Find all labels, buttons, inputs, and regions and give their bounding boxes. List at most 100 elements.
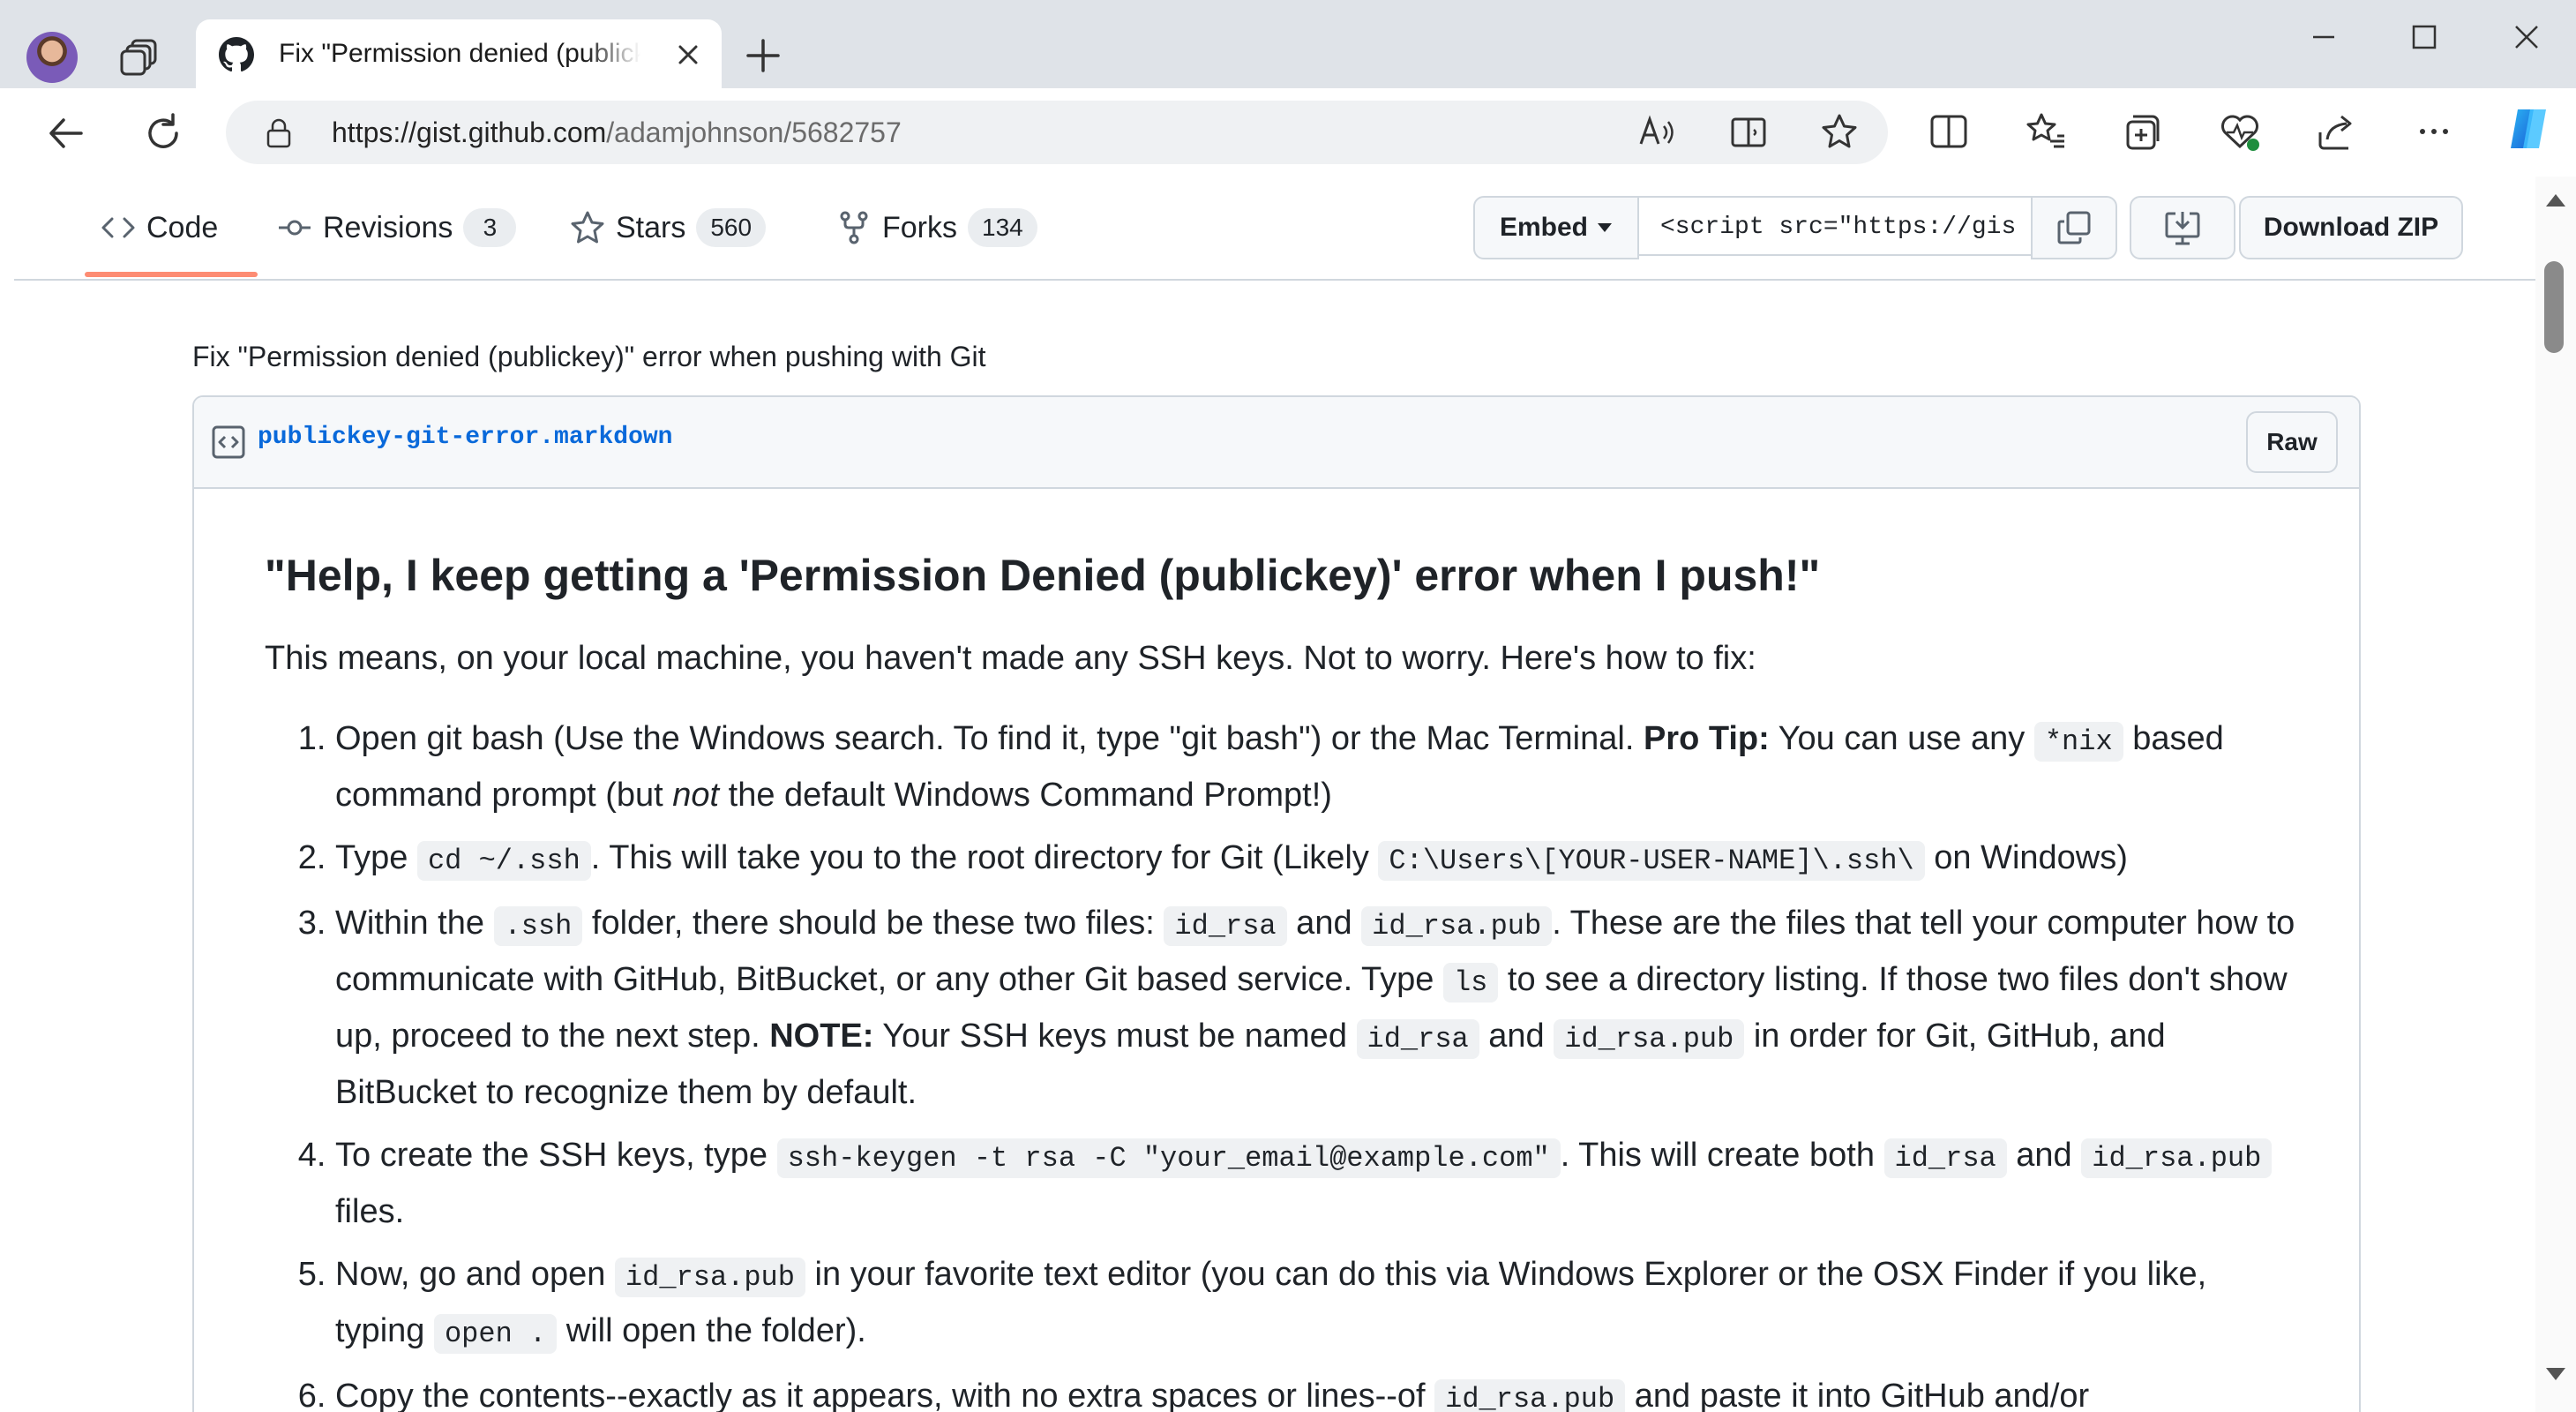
inline-code: id_rsa.pub [614, 1258, 805, 1297]
browser-essentials-icon[interactable] [2216, 108, 2264, 155]
desktop-download-icon [2165, 212, 2200, 245]
text: . This will take you to the root directo… [590, 839, 1379, 876]
inline-code: id_rsa [1883, 1138, 2007, 1178]
back-arrow-icon[interactable] [42, 109, 90, 157]
tab-stars[interactable]: Stars 560 [570, 205, 767, 251]
tab-code[interactable]: Code [101, 205, 218, 251]
read-aloud-icon[interactable] [1634, 109, 1681, 156]
content-heading: "Help, I keep getting a 'Permission Deni… [265, 551, 1821, 600]
text: Your SSH keys must be named [873, 1018, 1357, 1055]
text: folder, there should be these two files: [582, 905, 1164, 942]
tab-forks-label: Forks [882, 210, 957, 244]
embed-code-input[interactable]: <script src="https://gis [1639, 196, 2031, 256]
scrollbar-thumb[interactable] [2544, 261, 2564, 353]
scroll-down-arrow-icon[interactable] [2542, 1364, 2569, 1386]
file-header: publickey-git-error.markdown Raw [194, 397, 2359, 489]
address-bar[interactable]: https://gist.github.com/adamjohnson/5682… [226, 101, 1888, 164]
list-item: Copy the contents--exactly as it appears… [335, 1370, 2303, 1412]
workspaces-icon[interactable] [120, 35, 162, 78]
text: Within the [335, 905, 494, 942]
file-code-icon [212, 425, 245, 459]
lock-icon[interactable] [265, 118, 293, 148]
inline-code: ls [1442, 963, 1499, 1003]
gist-nav: Code Revisions 3 Stars 560 Forks 134 Emb… [14, 176, 2535, 281]
text: will open the folder). [557, 1312, 866, 1349]
text: files. [335, 1193, 405, 1230]
embed-dropdown[interactable]: Embed [1473, 196, 1639, 259]
file-container: publickey-git-error.markdown Raw "Help, … [192, 395, 2361, 1412]
gist-page: Code Revisions 3 Stars 560 Forks 134 Emb… [14, 176, 2535, 1412]
list-item: Type cd ~/.ssh. This will take you to th… [335, 831, 2303, 888]
inline-code: id_rsa [1164, 906, 1287, 946]
inline-code: cd ~/.ssh [416, 841, 591, 881]
text: Type [335, 839, 417, 876]
text: and [2006, 1137, 2082, 1174]
refresh-icon[interactable] [139, 109, 187, 157]
star-icon [571, 211, 604, 244]
code-icon [101, 217, 135, 238]
url-text[interactable]: https://gist.github.com/adamjohnson/5682… [332, 116, 902, 149]
forks-count: 134 [968, 208, 1037, 247]
tab-active[interactable]: Fix "Permission denied (publickey [196, 19, 722, 88]
embed-label: Embed [1499, 213, 1589, 242]
favorites-icon[interactable] [2022, 108, 2070, 155]
text: and paste it into GitHub and/or [1625, 1378, 2090, 1412]
tab-strip: Fix "Permission denied (publickey [0, 0, 2576, 88]
close-window-icon[interactable] [2491, 18, 2562, 56]
text: on Windows) [1924, 839, 2128, 876]
inline-code: id_rsa.pub [1434, 1379, 1626, 1412]
immersive-reader-icon[interactable] [1726, 109, 1773, 156]
text: You can use any [1769, 720, 2034, 757]
intro-paragraph: This means, on your local machine, you h… [265, 640, 1756, 677]
tab-revisions[interactable]: Revisions 3 [277, 205, 517, 251]
text: and [1286, 905, 1362, 942]
inline-code: id_rsa [1356, 1019, 1479, 1059]
scroll-up-arrow-icon[interactable] [2542, 189, 2569, 210]
minimize-icon[interactable] [2288, 18, 2359, 56]
text: the default Windows Command Prompt!) [719, 777, 1332, 814]
copilot-icon[interactable] [2502, 102, 2555, 155]
inline-code: id_rsa.pub [2081, 1138, 2273, 1178]
markdown-body: "Help, I keep getting a 'Permission Deni… [265, 544, 2303, 1412]
download-zip-button[interactable]: Download ZIP [2239, 196, 2463, 259]
commit-icon [279, 220, 311, 236]
more-options-icon[interactable] [2410, 108, 2458, 155]
close-tab-icon[interactable] [672, 39, 704, 71]
text: . This will create both [1560, 1137, 1884, 1174]
tab-stars-label: Stars [616, 210, 686, 244]
embed-group: Embed <script src="https://gis [1473, 196, 2117, 259]
gist-description: Fix "Permission denied (publickey)" erro… [192, 341, 986, 372]
text: Copy the contents--exactly as it appears… [335, 1378, 1435, 1412]
open-with-desktop-button[interactable] [2130, 196, 2235, 259]
list-item: Now, go and open id_rsa.pub in your favo… [335, 1248, 2303, 1361]
inline-code: ssh-keygen -t rsa -C "your_email@example… [776, 1138, 1561, 1178]
share-icon[interactable] [2313, 108, 2361, 155]
new-tab-icon[interactable] [741, 34, 785, 78]
list-item: To create the SSH keys, type ssh-keygen … [335, 1129, 2303, 1239]
profile-avatar[interactable] [26, 32, 78, 83]
steps-list: Open git bash (Use the Windows search. T… [265, 712, 2303, 1412]
fork-icon [840, 211, 868, 244]
tab-title: Fix "Permission denied (publickey [279, 39, 640, 68]
tab-forks[interactable]: Forks 134 [836, 205, 1037, 251]
file-name-link[interactable]: publickey-git-error.markdown [258, 424, 672, 451]
vertical-scrollbar[interactable] [2535, 176, 2576, 1412]
favorite-star-icon[interactable] [1816, 109, 1863, 156]
maximize-icon[interactable] [2389, 18, 2460, 56]
text: To create the SSH keys, type [335, 1137, 777, 1174]
inline-code: id_rsa.pub [1361, 906, 1553, 946]
text: Open git bash (Use the Windows search. T… [335, 720, 1644, 757]
raw-button[interactable]: Raw [2246, 411, 2338, 473]
collections-icon[interactable] [2119, 108, 2167, 155]
github-icon [219, 37, 254, 72]
inline-code: .ssh [493, 906, 583, 946]
copy-button[interactable] [2031, 196, 2117, 259]
revisions-count: 3 [463, 208, 517, 247]
navigation-bar: https://gist.github.com/adamjohnson/5682… [0, 88, 2576, 176]
url-path: /adamjohnson/5682757 [606, 116, 902, 148]
italic-text: not [672, 777, 720, 814]
caret-down-icon [1598, 223, 1613, 232]
split-screen-icon[interactable] [1925, 108, 1973, 155]
list-item: Open git bash (Use the Windows search. T… [335, 712, 2303, 822]
bold-text: Pro Tip: [1643, 720, 1770, 757]
